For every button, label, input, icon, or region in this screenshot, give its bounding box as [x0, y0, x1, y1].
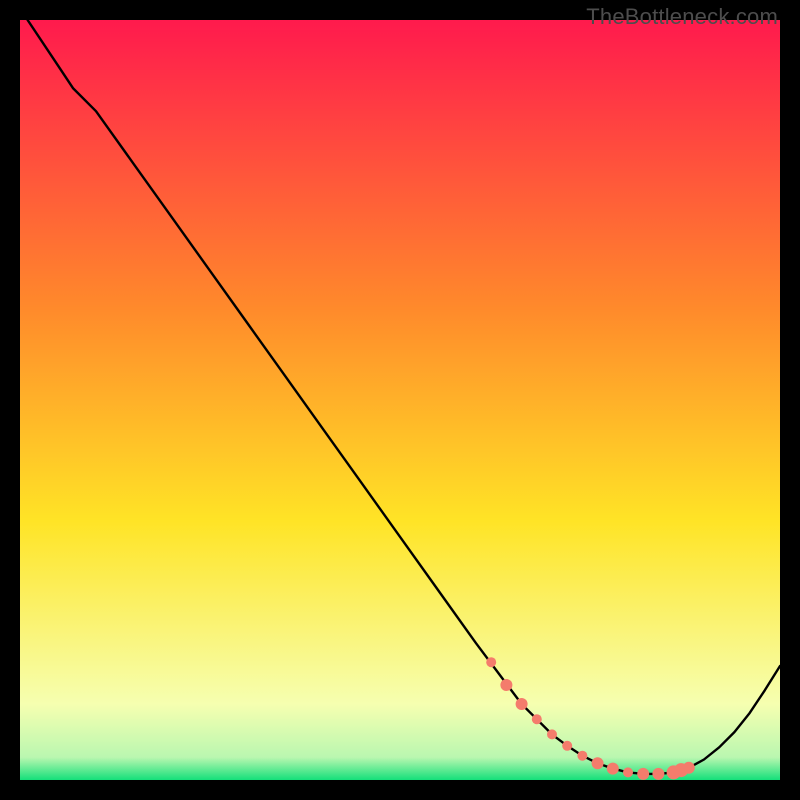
marker-dot [562, 741, 572, 751]
chart-frame [20, 20, 780, 780]
marker-dot [500, 679, 512, 691]
marker-dot [547, 729, 557, 739]
marker-dot [486, 657, 496, 667]
gradient-background [20, 20, 780, 780]
marker-dot [516, 698, 528, 710]
attribution-text: TheBottleneck.com [586, 4, 778, 30]
marker-dot [607, 763, 619, 775]
marker-dot [577, 751, 587, 761]
marker-dot [683, 762, 695, 774]
marker-dot [592, 757, 604, 769]
marker-dot [532, 714, 542, 724]
marker-dot [637, 768, 649, 780]
marker-dot [623, 767, 633, 777]
marker-dot [652, 768, 664, 780]
chart-svg [20, 20, 780, 780]
